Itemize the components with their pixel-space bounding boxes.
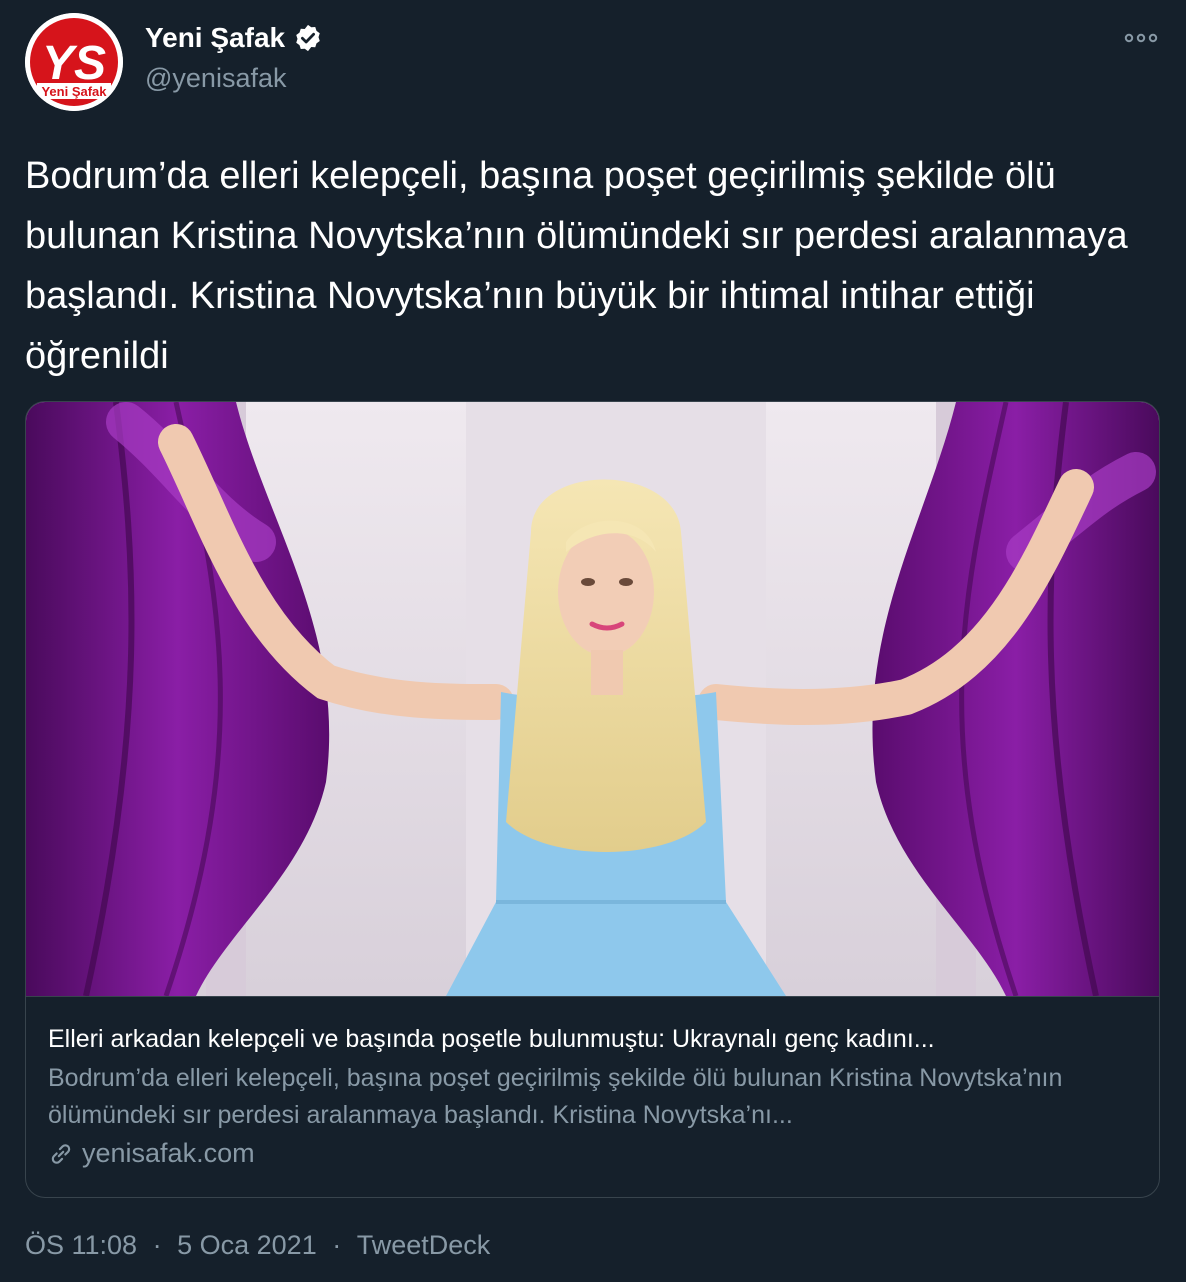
tweet-meta: ÖS 11:08 · 5 Oca 2021 · TweetDeck <box>25 1230 490 1261</box>
author-display-name[interactable]: Yeni Şafak <box>145 22 285 54</box>
meta-separator: · <box>332 1230 342 1260</box>
card-body[interactable]: Elleri arkadan kelepçeli ve başında poşe… <box>48 1022 1138 1169</box>
tweet: YS Yeni Şafak Yeni Şafak @yenisafak Bodr… <box>0 0 1186 1282</box>
more-options-icon[interactable] <box>1124 28 1158 48</box>
meta-separator: · <box>152 1230 162 1260</box>
author-handle[interactable]: @yenisafak <box>145 63 286 94</box>
author-name-row[interactable]: Yeni Şafak <box>145 22 323 54</box>
card-domain-row[interactable]: yenisafak.com <box>48 1138 1138 1169</box>
card-domain[interactable]: yenisafak.com <box>82 1138 255 1169</box>
tweet-source[interactable]: TweetDeck <box>357 1230 491 1261</box>
link-icon <box>48 1141 74 1167</box>
link-preview-card[interactable]: Elleri arkadan kelepçeli ve başında poşe… <box>25 401 1160 1198</box>
svg-text:Yeni Şafak: Yeni Şafak <box>41 84 107 99</box>
card-description: Bodrum’da elleri kelepçeli, başına poşet… <box>48 1064 1063 1129</box>
card-title[interactable]: Elleri arkadan kelepçeli ve başında poşe… <box>48 1022 1138 1056</box>
tweet-text: Bodrum’da elleri kelepçeli, başına poşet… <box>25 155 1128 377</box>
svg-text:YS: YS <box>42 37 106 90</box>
tweet-time[interactable]: ÖS 11:08 <box>25 1230 137 1261</box>
yenisafak-logo-icon: YS Yeni Şafak <box>25 13 123 111</box>
tweet-date[interactable]: 5 Oca 2021 <box>177 1230 317 1261</box>
article-photo <box>26 402 1159 996</box>
card-image[interactable] <box>26 402 1159 997</box>
verified-badge-icon <box>293 23 323 53</box>
author-avatar[interactable]: YS Yeni Şafak <box>25 13 123 111</box>
